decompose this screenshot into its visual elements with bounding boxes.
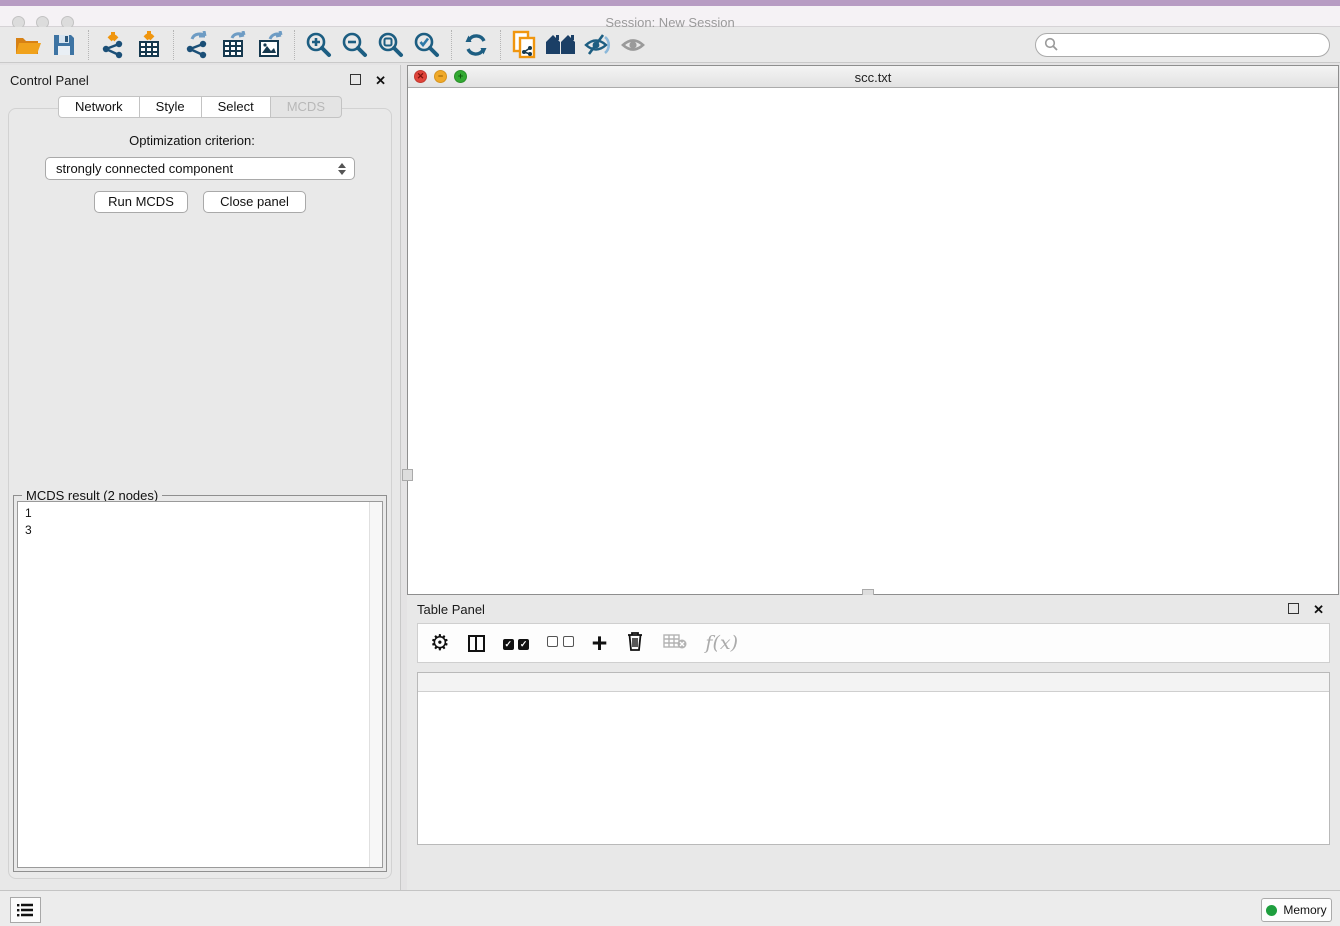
close-table-panel-icon[interactable]: ✕ <box>1313 602 1324 617</box>
mcds-result-area[interactable]: 1 3 <box>17 501 383 868</box>
tab-network[interactable]: Network <box>58 96 140 118</box>
function-builder-icon[interactable]: f(x) <box>705 632 738 654</box>
zoom-selected-icon[interactable] <box>409 29 445 61</box>
result-scrollbar[interactable] <box>369 502 382 867</box>
clone-network-icon[interactable] <box>507 29 543 61</box>
zoom-fit-icon[interactable] <box>373 29 409 61</box>
import-network-icon[interactable] <box>95 29 131 61</box>
table-header-row <box>418 673 1329 692</box>
tab-select[interactable]: Select <box>202 96 271 118</box>
list-icon <box>17 903 34 917</box>
float-table-panel-icon[interactable] <box>1288 603 1299 614</box>
save-session-icon[interactable] <box>46 29 82 61</box>
toolbar-separator <box>500 30 501 60</box>
control-panel-tabs: NetworkStyleSelectMCDS <box>0 96 400 118</box>
refresh-layout-icon[interactable] <box>458 29 494 61</box>
control-panel-title: Control Panel <box>10 73 89 88</box>
first-neighbors-icon[interactable] <box>543 29 579 61</box>
main-toolbar <box>0 27 1340 63</box>
search-icon <box>1044 37 1059 52</box>
float-panel-icon[interactable] <box>350 74 361 85</box>
export-image-icon[interactable] <box>252 29 288 61</box>
task-history-button[interactable] <box>10 897 41 923</box>
toolbar-separator <box>88 30 89 60</box>
delete-column-icon[interactable] <box>625 630 645 657</box>
mcds-result-groupbox: MCDS result (2 nodes) 1 3 <box>13 495 387 872</box>
zoom-out-icon[interactable] <box>337 29 373 61</box>
network-canvas[interactable] <box>408 88 1338 594</box>
splitter-handle[interactable] <box>402 469 413 481</box>
run-mcds-button[interactable]: Run MCDS <box>94 191 188 213</box>
export-table-icon[interactable] <box>216 29 252 61</box>
optimization-criterion-label: Optimization criterion: <box>0 133 384 148</box>
open-file-icon[interactable] <box>10 29 46 61</box>
search-input[interactable] <box>1035 33 1330 57</box>
gear-icon[interactable]: ⚙ <box>430 630 450 656</box>
memory-label: Memory <box>1283 903 1326 917</box>
toolbar-separator <box>294 30 295 60</box>
network-window-titlebar[interactable]: ✕ − + scc.txt <box>408 66 1338 88</box>
status-bar: Memory <box>0 890 1340 926</box>
optimization-criterion-select[interactable]: strongly connected component <box>45 157 355 180</box>
tab-style[interactable]: Style <box>140 96 202 118</box>
delete-table-icon[interactable] <box>663 632 687 655</box>
table-panel-title: Table Panel <box>417 602 485 617</box>
toolbar-separator <box>173 30 174 60</box>
window-titlebar: Session: New Session <box>0 6 1340 27</box>
hide-selected-icon[interactable] <box>579 29 615 61</box>
mcds-result-text: 1 3 <box>18 502 382 539</box>
add-column-icon[interactable]: + <box>592 633 608 653</box>
network-view-window: ✕ − + scc.txt <box>407 65 1339 595</box>
export-network-icon[interactable] <box>180 29 216 61</box>
close-panel-button[interactable]: Close panel <box>203 191 306 213</box>
memory-status-icon <box>1266 905 1277 916</box>
toolbar-separator <box>451 30 452 60</box>
close-panel-icon[interactable]: ✕ <box>375 73 386 88</box>
control-panel: Control Panel ✕ NetworkStyleSelectMCDS O… <box>0 65 401 890</box>
application-window: Session: New Session <box>0 0 1340 926</box>
search-container <box>1035 33 1330 57</box>
show-all-icon[interactable] <box>615 29 651 61</box>
split-column-icon[interactable] <box>468 635 485 652</box>
import-table-icon[interactable] <box>131 29 167 61</box>
optimization-criterion-value: strongly connected component <box>56 161 233 176</box>
zoom-in-icon[interactable] <box>301 29 337 61</box>
tab-mcds[interactable]: MCDS <box>271 96 342 118</box>
network-view-title: scc.txt <box>408 70 1338 85</box>
node-table[interactable] <box>417 672 1330 845</box>
table-toolbar: ⚙ ✓ ✓ + f(x) <box>417 623 1330 663</box>
table-panel: Table Panel ✕ ⚙ ✓ ✓ + f(x) <box>407 595 1340 890</box>
memory-button[interactable]: Memory <box>1261 898 1332 922</box>
deselect-all-icon[interactable] <box>547 634 573 652</box>
select-stepper-icon <box>338 159 346 179</box>
select-all-icon[interactable]: ✓ ✓ <box>503 634 529 652</box>
